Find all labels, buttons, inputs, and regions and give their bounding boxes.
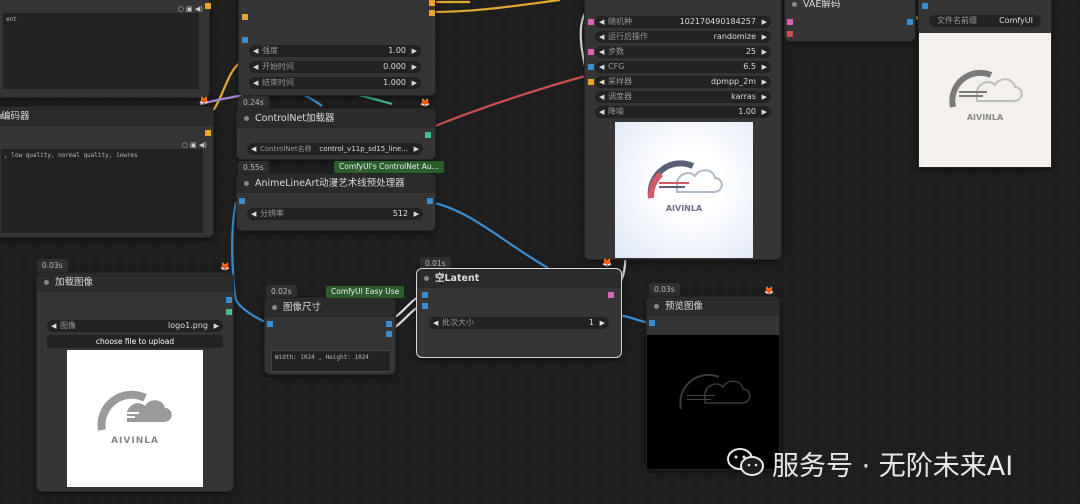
resolution-widget[interactable]: ◀ 分辨率 512 ▶ (247, 208, 423, 220)
upload-button[interactable]: choose file to upload (47, 335, 223, 348)
node-title: 编码器 (0, 107, 213, 126)
batch-size-widget[interactable]: ◀ 批次大小 1 ▶ (429, 317, 609, 329)
end-time-widget[interactable]: ◀ 结束时间 1.000 ▶ (249, 77, 421, 89)
input-slot[interactable] (787, 31, 793, 37)
watermark-text: 服务号 · 无阶未来AI (772, 451, 1014, 482)
output-slot[interactable] (226, 297, 232, 303)
start-time-widget[interactable]: ◀ 开始时间 0.000 ▶ (249, 61, 421, 73)
comfy-fox-icon: 🦊 (602, 258, 612, 267)
negative-prompt-text[interactable]: , low quality, normal quality, 1owres (1, 149, 203, 233)
prompt-text: ent (6, 16, 17, 23)
sampler-widget[interactable]: ◀ 采样器 dpmpp_2m ▶ (595, 76, 771, 88)
output-slot[interactable] (386, 321, 392, 327)
image-size-output-text: Width: 1024 , Height: 1024 (271, 350, 391, 372)
input-slot[interactable] (422, 292, 428, 298)
output-slot[interactable] (386, 331, 392, 337)
node-title: ControlNet加载器 (237, 109, 435, 128)
control-after-generate-widget[interactable]: ◀ 运行后操作 randomize ▶ (595, 31, 771, 43)
node-title: VAE解码 (785, 0, 915, 14)
image-size-node[interactable]: 图像尺寸 Width: 1024 , Height: 1024 (264, 297, 396, 375)
node-pack-tag: ComfyUI's ControlNet Au... (334, 161, 444, 173)
input-slot[interactable] (242, 14, 248, 20)
input-slot[interactable] (787, 19, 793, 25)
input-slot[interactable] (422, 303, 428, 309)
ksampler-node[interactable]: ◀ 随机种 102170490184257 ▶ ◀ 运行后操作 randomize ▶ ◀ 步… (584, 0, 782, 260)
saved-image-preview: AIVINLA (919, 33, 1051, 167)
controlnet-apply-node[interactable]: ◀ 强度 1.00 ▶ ◀ 开始时间 0.000 ▶ ◀ 结束时间 1.000 ▶ (238, 0, 436, 96)
save-image-node[interactable]: 文件名前缀 ComfyUI AIVINLA (918, 0, 1052, 168)
vae-decode-node[interactable]: VAE解码 (784, 0, 916, 42)
node-pack-tag: ComfyUI Easy Use (326, 286, 405, 298)
filename-prefix-widget[interactable]: 文件名前缀 ComfyUI (929, 15, 1041, 27)
input-slot[interactable] (242, 37, 248, 43)
node-title: 图像尺寸 (265, 298, 395, 317)
input-slot[interactable] (588, 19, 594, 25)
input-slot[interactable] (239, 198, 245, 204)
run-time-badge: 0.03s (649, 283, 680, 296)
controlnet-loader-node[interactable]: ControlNet加载器 ◀ ControlNet名称 control_v11p_… (236, 108, 436, 160)
logo-icon (647, 160, 723, 199)
strength-widget[interactable]: ◀ 强度 1.00 ▶ (249, 45, 421, 57)
anime-lineart-node[interactable]: AnimeLineArt动漫艺术线预处理器 ◀ 分辨率 512 ▶ (236, 173, 436, 231)
input-slot[interactable] (588, 79, 594, 85)
input-slot[interactable] (588, 64, 594, 70)
logo-icon (97, 390, 172, 431)
node-title: 空Latent (417, 269, 621, 288)
output-slot[interactable] (425, 132, 431, 138)
cfg-widget[interactable]: ◀ CFG 6.5 ▶ (595, 61, 771, 73)
comfy-fox-icon: 🦊 (199, 96, 209, 105)
seed-widget[interactable]: ◀ 随机种 102170490184257 ▶ (595, 16, 771, 28)
node-title: 加载图像 (37, 273, 233, 292)
denoise-widget[interactable]: ◀ 降噪 1.00 ▶ (595, 106, 771, 118)
steps-widget[interactable]: ◀ 步数 25 ▶ (595, 46, 771, 58)
output-slot[interactable] (429, 0, 435, 6)
output-slot[interactable] (608, 292, 614, 298)
clip-text-node-top[interactable]: ent ○ ▣ ◀) (0, 0, 210, 98)
controlnet-name-widget[interactable]: ◀ ControlNet名称 control_v11p_sd15_line... ▶ (247, 143, 423, 155)
node-status-icons: ○ ▣ ◀) (177, 5, 203, 13)
prompt-text-area[interactable]: ent (3, 13, 199, 89)
logo-text: AIVINLA (665, 204, 703, 213)
comfy-fox-icon: 🦊 (220, 262, 230, 271)
comfy-fox-icon: 🦊 (420, 98, 430, 107)
output-slot[interactable] (226, 309, 232, 315)
input-slot[interactable] (267, 321, 273, 327)
node-status-icons: ○ ▣ ◀) (181, 141, 207, 149)
output-slot[interactable] (429, 10, 435, 16)
run-time-badge: 0.03s (37, 259, 68, 272)
loaded-image-preview: AIVINLA (67, 350, 203, 487)
input-slot[interactable] (922, 3, 928, 9)
comfy-fox-icon: 🦊 (764, 286, 774, 295)
output-slot[interactable] (427, 198, 433, 204)
clip-encoder-node[interactable]: 编码器 ○ ▣ ◀) , low quality, normal quality… (0, 106, 214, 238)
input-slot[interactable] (588, 49, 594, 55)
load-image-node[interactable]: 加载图像 ◀ 图像 logo1.png ▶ choose file to upload… (36, 272, 234, 492)
scheduler-widget[interactable]: ◀ 调度器 karras ▶ (595, 91, 771, 103)
wechat-icon (727, 448, 764, 476)
output-slot[interactable] (907, 19, 913, 25)
node-title: 预览图像 (647, 297, 779, 316)
output-slot[interactable] (205, 3, 211, 9)
input-slot[interactable] (649, 320, 655, 326)
logo-text: AIVINLA (111, 436, 159, 446)
node-title: AnimeLineArt动漫艺术线预处理器 (237, 174, 435, 193)
image-select-widget[interactable]: ◀ 图像 logo1.png ▶ (47, 320, 223, 332)
empty-latent-node[interactable]: 空Latent ◀ 批次大小 1 ▶ (416, 268, 622, 358)
output-slot[interactable] (205, 130, 211, 136)
sampler-preview-image: AIVINLA (615, 122, 753, 258)
logo-text: AIVINLA (966, 113, 1004, 122)
preview-image-node[interactable]: 预览图像 (646, 296, 780, 470)
logo-icon (949, 69, 1023, 108)
